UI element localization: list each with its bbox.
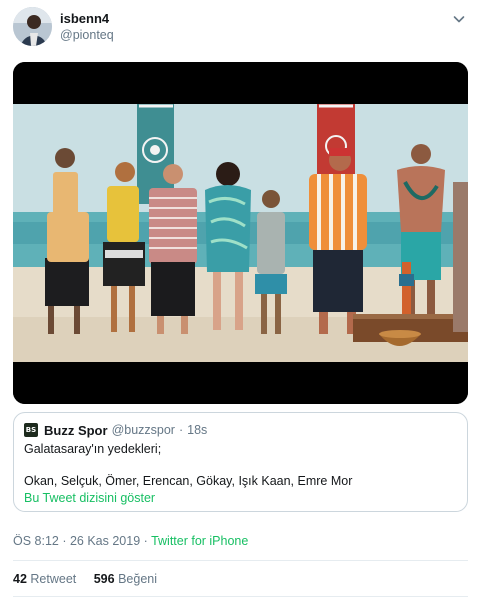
- tweet-meta: ÖS 8:12 · 26 Kas 2019 · Twitter for iPho…: [13, 534, 248, 548]
- tweet-media[interactable]: [13, 62, 468, 404]
- author-avatar[interactable]: [13, 7, 52, 46]
- meta-separator: ·: [140, 534, 152, 548]
- likes-count: 596: [93, 572, 115, 586]
- retweets-count: 42: [13, 572, 27, 586]
- tweet-timestamp[interactable]: ÖS 8:12 · 26 Kas 2019: [13, 534, 140, 548]
- quoted-author-avatar: BS: [24, 423, 38, 437]
- quoted-tweet-header: BS Buzz Spor @buzzspor · 18s: [24, 422, 207, 438]
- media-photo: [13, 62, 468, 404]
- quoted-text-line-1: Galatasaray'ın yedekleri;: [24, 442, 162, 456]
- tweet: isbenn4 @pionteq BS Buzz Spor @buzzspor …: [0, 0, 481, 598]
- retweets-label: Retweet: [30, 572, 77, 586]
- divider: [13, 560, 468, 561]
- retweets-stat[interactable]: 42 Retweet: [13, 572, 76, 586]
- avatar-photo-icon: [13, 7, 52, 46]
- tweet-source-link[interactable]: Twitter for iPhone: [151, 534, 248, 548]
- divider-bottom: [13, 596, 468, 597]
- quoted-tweet[interactable]: BS Buzz Spor @buzzspor · 18s Galatasaray…: [13, 412, 468, 512]
- quoted-author-name: Buzz Spor: [44, 422, 108, 438]
- likes-stat[interactable]: 596 Beğeni: [94, 572, 157, 586]
- quoted-text-line-2: Okan, Selçuk, Ömer, Erencan, Gökay, Işık…: [24, 474, 353, 488]
- show-thread-link[interactable]: Bu Tweet dizisini göster: [24, 491, 155, 505]
- likes-label: Beğeni: [118, 572, 158, 586]
- tweet-header: isbenn4 @pionteq: [13, 7, 469, 47]
- quoted-timestamp: 18s: [187, 423, 208, 437]
- tweet-stats: 42 Retweet 596 Beğeni: [13, 572, 171, 586]
- author-handle[interactable]: @pionteq: [60, 28, 114, 42]
- separator-dot: ·: [178, 423, 184, 437]
- chevron-down-icon[interactable]: [451, 11, 467, 27]
- quoted-author-handle: @buzzspor: [111, 423, 175, 437]
- author-name[interactable]: isbenn4: [60, 11, 109, 26]
